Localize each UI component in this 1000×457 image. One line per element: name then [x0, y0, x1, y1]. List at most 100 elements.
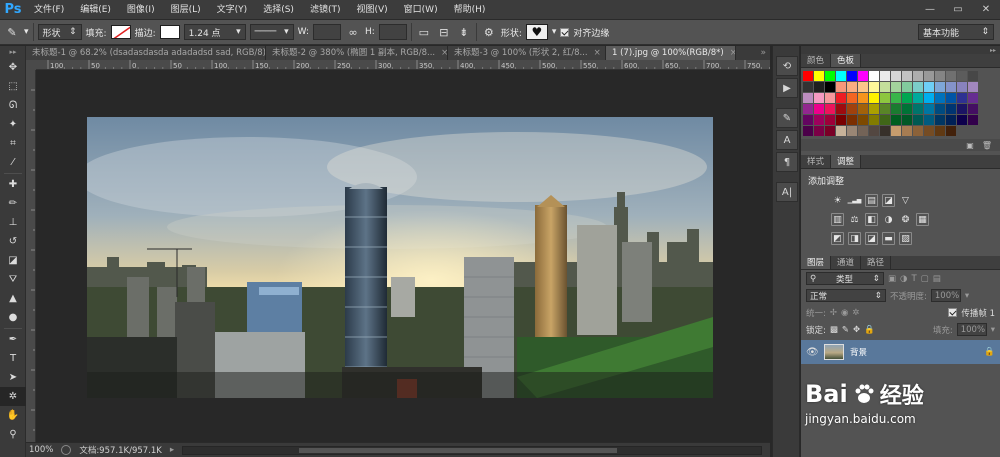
color-swatch[interactable] — [902, 71, 912, 81]
color-swatch[interactable] — [924, 93, 934, 103]
fill-field[interactable]: 100% — [956, 323, 987, 336]
menu-layer[interactable]: 图层(L) — [163, 0, 209, 20]
color-swatch[interactable] — [913, 82, 923, 92]
chevron-down-icon[interactable]: ▾ — [552, 27, 557, 37]
color-swatch[interactable] — [803, 126, 813, 136]
menu-edit[interactable]: 编辑(E) — [72, 0, 119, 20]
filter-type-icon[interactable]: T — [911, 274, 916, 284]
color-swatch[interactable] — [957, 93, 967, 103]
color-swatch[interactable] — [803, 93, 813, 103]
history-panel-icon[interactable]: ⟲ — [776, 56, 798, 76]
pen-tool-icon[interactable]: ✒ — [0, 330, 26, 349]
ruler-origin[interactable] — [26, 60, 36, 70]
color-swatch[interactable] — [847, 82, 857, 92]
healing-brush-tool-icon[interactable]: ✚ — [0, 175, 26, 194]
tab-paths[interactable]: 路径 — [861, 256, 892, 269]
color-swatch[interactable] — [880, 104, 890, 114]
blend-mode-select[interactable]: 正常 ⇕ — [806, 289, 886, 302]
document-tab[interactable]: 未标题-1 @ 68.2% (dsadasdasda adadadsd sad,… — [26, 46, 266, 60]
color-swatch[interactable] — [825, 71, 835, 81]
color-swatch[interactable] — [847, 115, 857, 125]
color-swatch[interactable] — [891, 71, 901, 81]
color-swatch[interactable] — [968, 115, 978, 125]
horizontal-scrollbar[interactable] — [182, 445, 762, 455]
menu-image[interactable]: 图像(I) — [119, 0, 163, 20]
tab-layers[interactable]: 图层 — [801, 256, 832, 269]
minimize-button[interactable]: — — [916, 0, 944, 20]
eye-icon[interactable]: 👁 — [806, 347, 819, 358]
gradient-map-icon[interactable]: ▬ — [882, 232, 895, 245]
blur-tool-icon[interactable]: ▲ — [0, 289, 26, 308]
panel-collapse-bar[interactable]: ▸▸ — [801, 46, 1000, 54]
black-white-icon[interactable]: ◧ — [865, 213, 878, 226]
menu-help[interactable]: 帮助(H) — [446, 0, 494, 20]
tab-color[interactable]: 颜色 — [801, 54, 832, 67]
menu-file[interactable]: 文件(F) — [26, 0, 72, 20]
clone-stamp-tool-icon[interactable]: ⊥ — [0, 213, 26, 232]
channel-mixer-icon[interactable]: ❂ — [899, 213, 912, 226]
color-swatch[interactable] — [869, 82, 879, 92]
type-tool-icon[interactable]: T — [0, 349, 26, 368]
invert-icon[interactable]: ◩ — [831, 232, 844, 245]
canvas-area[interactable] — [36, 70, 770, 442]
zoom-level[interactable]: 100% — [29, 445, 53, 455]
color-swatch[interactable] — [946, 93, 956, 103]
color-swatch[interactable] — [935, 82, 945, 92]
glyphs-panel-icon[interactable]: A| — [776, 182, 798, 202]
color-swatch[interactable] — [836, 115, 846, 125]
photo-filter-icon[interactable]: ◑ — [882, 213, 895, 226]
color-swatch[interactable] — [803, 104, 813, 114]
filter-shape-icon[interactable]: ▢ — [921, 274, 929, 284]
character-panel-icon[interactable]: A — [776, 130, 798, 150]
propagate-checkbox[interactable] — [948, 308, 958, 317]
status-info-icon[interactable] — [61, 445, 72, 455]
path-selection-tool-icon[interactable]: ➤ — [0, 368, 26, 387]
color-swatch[interactable] — [814, 115, 824, 125]
close-icon[interactable]: × — [441, 46, 447, 60]
color-swatch[interactable] — [946, 71, 956, 81]
lock-pixels-icon[interactable]: ✎ — [842, 325, 849, 335]
color-swatch[interactable] — [847, 104, 857, 114]
color-swatch[interactable] — [847, 93, 857, 103]
actions-panel-icon[interactable]: ▶ — [776, 78, 798, 98]
crop-tool-icon[interactable]: ⌗ — [0, 134, 26, 153]
layer-filter-select[interactable]: ⚲ 类型 ⇕ — [806, 272, 884, 285]
color-swatch[interactable] — [880, 71, 890, 81]
unify-position-icon[interactable]: ✢ — [830, 308, 837, 318]
color-swatch[interactable] — [902, 115, 912, 125]
status-menu-arrow-icon[interactable]: ▸ — [170, 445, 174, 455]
filter-pixel-icon[interactable]: ▣ — [888, 274, 896, 284]
brush-panel-icon[interactable]: ✎ — [776, 108, 798, 128]
color-swatch[interactable] — [880, 115, 890, 125]
color-swatch[interactable] — [858, 82, 868, 92]
color-swatch[interactable] — [913, 93, 923, 103]
color-swatch[interactable] — [924, 71, 934, 81]
color-swatch[interactable] — [946, 82, 956, 92]
color-swatch[interactable] — [924, 82, 934, 92]
color-swatch[interactable] — [924, 104, 934, 114]
color-swatch[interactable] — [814, 104, 824, 114]
color-swatch[interactable] — [946, 115, 956, 125]
color-swatch[interactable] — [880, 93, 890, 103]
tab-overflow-icon[interactable]: » — [760, 46, 770, 60]
color-swatch[interactable] — [836, 126, 846, 136]
color-swatch[interactable] — [902, 82, 912, 92]
curves-icon[interactable]: ▤ — [865, 194, 878, 207]
color-swatch[interactable] — [836, 93, 846, 103]
color-swatch[interactable] — [913, 115, 923, 125]
path-operations-icon[interactable]: ▭ — [416, 24, 432, 40]
menu-type[interactable]: 文字(Y) — [209, 0, 256, 20]
selective-color-icon[interactable]: ▨ — [899, 232, 912, 245]
workspace-select[interactable]: 基本功能 ⇕ — [918, 24, 994, 40]
stroke-width-select[interactable]: 1.24 点 ▾ — [183, 24, 246, 40]
color-swatch[interactable] — [902, 104, 912, 114]
fill-swatch[interactable] — [110, 25, 131, 39]
document-tab[interactable]: 未标题-3 @ 100% (形状 2, 红/8... × — [448, 46, 606, 60]
color-swatch[interactable] — [935, 71, 945, 81]
color-swatch[interactable] — [803, 82, 813, 92]
history-brush-tool-icon[interactable]: ↺ — [0, 232, 26, 251]
color-swatch[interactable] — [880, 126, 890, 136]
close-icon[interactable]: × — [594, 46, 601, 60]
color-swatch[interactable] — [902, 126, 912, 136]
custom-shape-tool-icon[interactable]: ✲ — [0, 387, 26, 406]
